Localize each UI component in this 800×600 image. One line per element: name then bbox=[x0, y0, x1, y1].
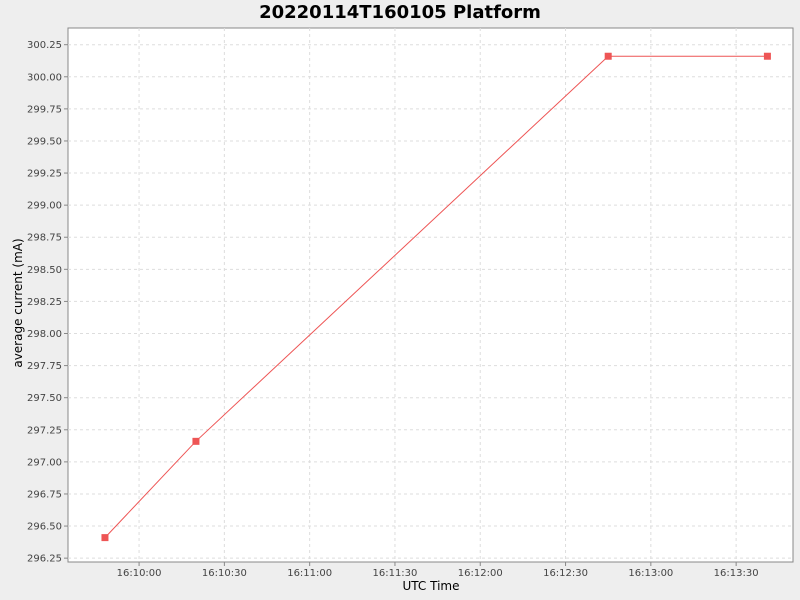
y-tick-label: 299.75 bbox=[27, 104, 62, 115]
plot-area bbox=[67, 27, 794, 563]
x-tick-label: 16:10:30 bbox=[202, 568, 247, 579]
x-tick-label: 16:11:00 bbox=[287, 568, 332, 579]
y-tick-label: 296.50 bbox=[27, 522, 62, 533]
x-tick-label: 16:13:00 bbox=[628, 568, 673, 579]
y-tick-label: 296.25 bbox=[27, 554, 62, 565]
y-tick-label: 299.25 bbox=[27, 169, 62, 180]
x-tick-label: 16:12:00 bbox=[458, 568, 503, 579]
y-tick-label: 298.50 bbox=[27, 265, 62, 276]
data-point-marker bbox=[101, 534, 109, 542]
x-tick-label: 16:13:30 bbox=[714, 568, 759, 579]
y-axis-label: average current (mA) bbox=[11, 238, 25, 367]
chart-title: 20220114T160105 Platform bbox=[259, 2, 541, 23]
y-tick-label: 300.25 bbox=[27, 40, 62, 51]
chart: 20220114T160105 Platform 296.25 296.50 296… bbox=[0, 0, 800, 600]
y-tick-label: 297.00 bbox=[27, 457, 62, 468]
x-tick-label: 16:12:30 bbox=[543, 568, 588, 579]
x-tick-label: 16:11:30 bbox=[372, 568, 417, 579]
y-tick-label: 297.75 bbox=[27, 361, 62, 372]
y-tick-label: 297.25 bbox=[27, 425, 62, 436]
data-point-marker bbox=[763, 52, 771, 60]
chart-svg: 20220114T160105 Platform 296.25 296.50 296… bbox=[11, 2, 794, 593]
data-point-marker bbox=[604, 52, 612, 60]
y-tick-label: 296.75 bbox=[27, 489, 62, 500]
y-tick-label: 300.00 bbox=[27, 72, 62, 83]
y-tick-label: 297.50 bbox=[27, 393, 62, 404]
x-axis-label: UTC Time bbox=[403, 579, 460, 593]
x-tick-label: 16:10:00 bbox=[117, 568, 162, 579]
y-tick-label: 299.00 bbox=[27, 201, 62, 212]
y-tick-label: 298.00 bbox=[27, 329, 62, 340]
y-tick-label: 298.25 bbox=[27, 297, 62, 308]
y-tick-label: 298.75 bbox=[27, 233, 62, 244]
data-point-marker bbox=[192, 437, 200, 445]
y-tick-label: 299.50 bbox=[27, 136, 62, 147]
